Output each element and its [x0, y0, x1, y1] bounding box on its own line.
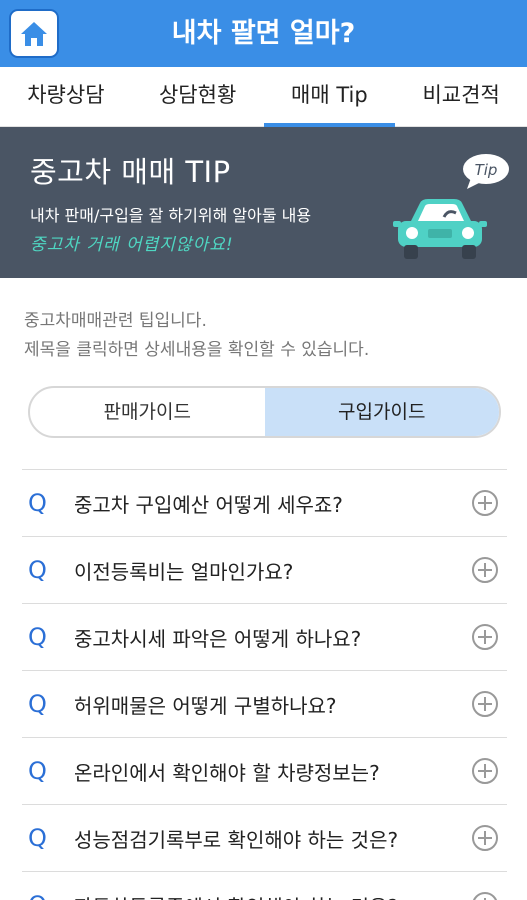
tip-bubble-icon: Tip	[461, 152, 511, 196]
svg-text:Tip: Tip	[475, 161, 498, 179]
expand-plus-icon[interactable]	[467, 556, 507, 584]
q-icon: Q	[28, 690, 47, 718]
q-icon: Q	[22, 891, 62, 900]
intro-line-1: 중고차매매관련 팁입니다.	[24, 311, 207, 331]
faq-item[interactable]: Q 온라인에서 확인해야 할 차량정보는?	[22, 737, 507, 804]
intro-text: 중고차매매관련 팁입니다. 제목을 클릭하면 상세내용을 확인할 수 있습니다.	[24, 307, 369, 365]
faq-question: 이전등록비는 얼마인가요?	[74, 559, 294, 584]
faq-item[interactable]: Q 중고차 구입예산 어떻게 세우죠?	[22, 469, 507, 536]
expand-plus-icon[interactable]	[467, 623, 507, 651]
banner-handwriting: 중고차 거래 어렵지않아요!	[30, 235, 234, 255]
expand-plus-icon[interactable]	[467, 891, 507, 900]
faq-question: 허위매물은 어떻게 구별하나요?	[74, 693, 337, 718]
faq-question: 자동차등록증에서 확인해야 하는 것은?	[62, 891, 467, 900]
app-header: 내차 팔면 얼마?	[0, 0, 527, 67]
q-icon: Q	[28, 623, 47, 651]
sell-guide-button[interactable]: 판매가이드	[30, 388, 265, 436]
app-title: 내차 팔면 얼마?	[171, 18, 356, 49]
banner-title: 중고차 매매 TIP	[30, 155, 231, 189]
faq-item[interactable]: Q 허위매물은 어떻게 구별하나요?	[22, 670, 507, 737]
expand-plus-icon[interactable]	[467, 757, 507, 785]
banner-subtitle: 내차 판매/구입을 잘 하기위해 알아둘 내용	[30, 206, 312, 225]
q-icon: Q	[28, 824, 47, 852]
faq-question: 중고차 구입예산 어떻게 세우죠?	[74, 492, 343, 517]
faq-item[interactable]: Q 성능점검기록부로 확인해야 하는 것은?	[22, 804, 507, 871]
faq-item[interactable]: Q 중고차시세 파악은 어떻게 하나요?	[22, 603, 507, 670]
car-icon	[392, 193, 488, 267]
q-icon: Q	[28, 489, 47, 517]
faq-item[interactable]: Q 자동차등록증에서 확인해야 하는 것은?	[22, 871, 507, 900]
tab-compare[interactable]: 비교견적	[395, 67, 527, 126]
faq-question: 성능점검기록부로 확인해야 하는 것은?	[74, 827, 399, 852]
q-icon: Q	[28, 757, 47, 785]
guide-segment: 판매가이드 구입가이드	[28, 386, 501, 438]
faq-list: Q 중고차 구입예산 어떻게 세우죠? Q 이전등록비는 얼마인가요? Q 중고…	[22, 469, 507, 900]
tab-bar: 차량상담 상담현황 매매 Tip 비교견적	[0, 67, 527, 127]
tab-trade-tip[interactable]: 매매 Tip	[263, 67, 396, 127]
tab-status[interactable]: 상담현황	[132, 67, 264, 126]
faq-item[interactable]: Q 이전등록비는 얼마인가요?	[22, 536, 507, 603]
expand-plus-icon[interactable]	[467, 824, 507, 852]
tip-banner: 중고차 매매 TIP 내차 판매/구입을 잘 하기위해 알아둘 내용 중고차 거…	[0, 127, 527, 278]
q-icon: Q	[28, 556, 47, 584]
buy-guide-button[interactable]: 구입가이드	[264, 388, 499, 436]
intro-line-2: 제목을 클릭하면 상세내용을 확인할 수 있습니다.	[24, 340, 370, 360]
tab-consult[interactable]: 차량상담	[0, 67, 132, 126]
expand-plus-icon[interactable]	[467, 489, 507, 517]
faq-question: 온라인에서 확인해야 할 차량정보는?	[74, 760, 380, 785]
faq-question: 중고차시세 파악은 어떻게 하나요?	[74, 626, 362, 651]
expand-plus-icon[interactable]	[467, 690, 507, 718]
